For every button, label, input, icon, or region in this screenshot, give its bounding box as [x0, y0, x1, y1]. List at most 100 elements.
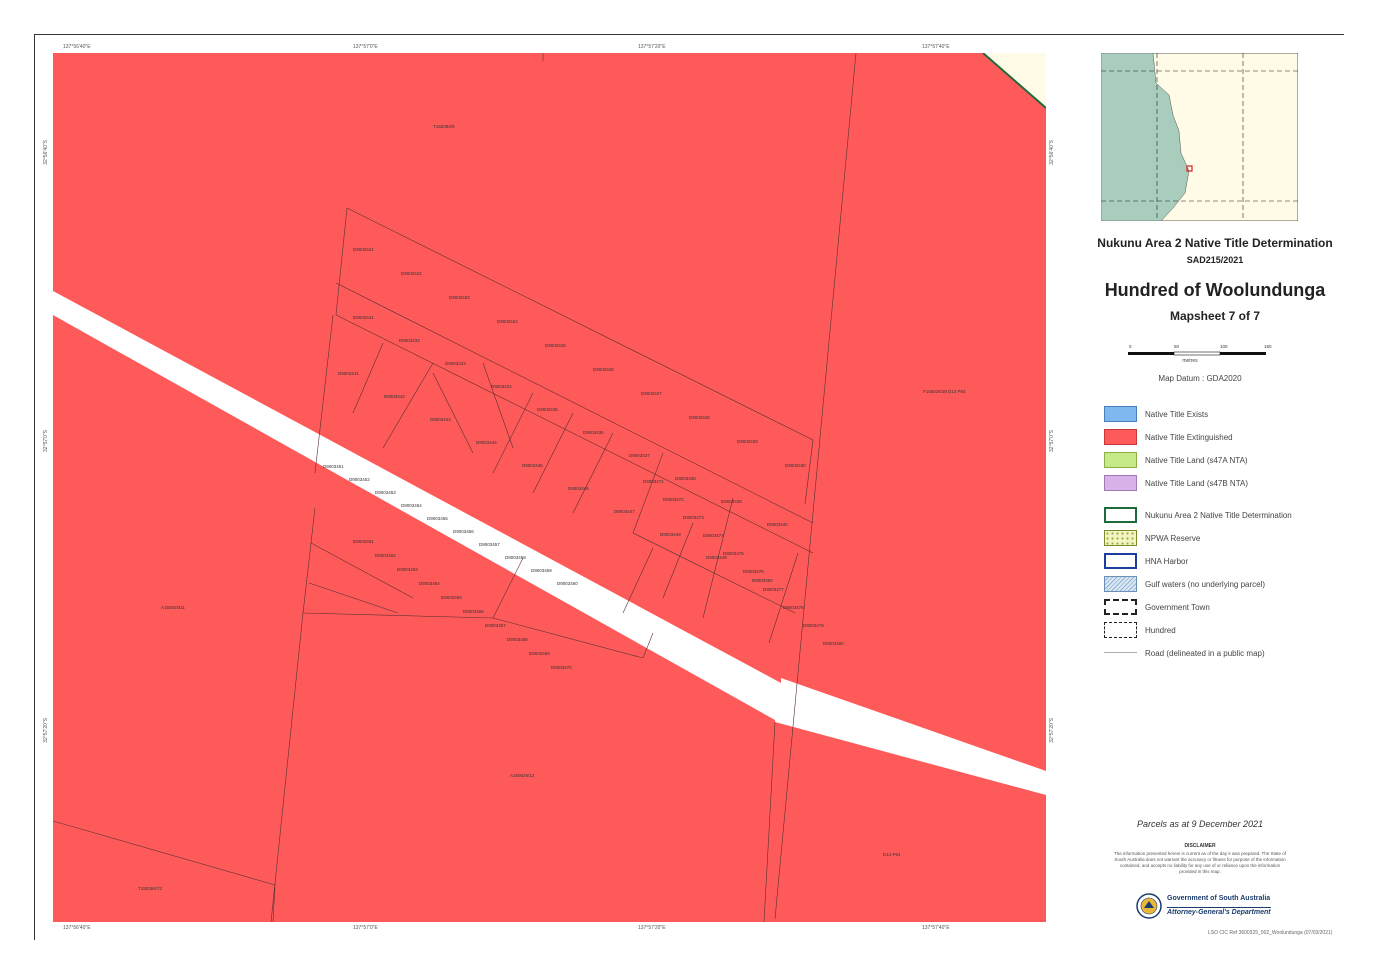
- parcel-label: D9003464: [419, 581, 440, 586]
- parcel-label: D9003442: [384, 394, 405, 399]
- hundred-name: Hundred of Woolundunga: [1104, 280, 1326, 300]
- parcels-date: Parcels as at 9 December 2021: [1136, 819, 1264, 829]
- legend-label: Native Title Land (s47B NTA): [1145, 479, 1249, 488]
- parcel-label: D9003431: [353, 315, 374, 320]
- legend-swatch: [1104, 652, 1137, 653]
- parcel-label: D9003480: [823, 641, 844, 646]
- legend-label: HNA Harbor: [1145, 557, 1189, 566]
- grid-label-top-2: 137°57'0"E: [353, 44, 378, 50]
- parcel-label: D9003432: [399, 338, 420, 343]
- parcel-label: D9003474: [703, 533, 724, 538]
- parcel-label: D9003422: [401, 271, 422, 276]
- scale-units: metres: [1182, 358, 1198, 364]
- parcel-label: D9003458: [505, 555, 526, 560]
- parcel-label: D9003454: [401, 503, 422, 508]
- parcel-label: D9003475: [723, 551, 744, 556]
- legend-label: Government Town: [1145, 603, 1210, 612]
- legend-label: Native Title Extinguished: [1145, 433, 1233, 442]
- parcel-label-southeast: D14 P64: [883, 852, 901, 857]
- parcel-label-north: T160394/9: [433, 124, 455, 129]
- legend-swatch: [1104, 475, 1137, 491]
- parcel-label: D9003457: [479, 542, 500, 547]
- legend-swatch: [1104, 507, 1137, 523]
- legend-swatch: [1104, 622, 1137, 638]
- scale-bar: 0 50 100 150: [1128, 344, 1272, 356]
- document-reference: LSO CIC Ref 3600325_002_Woolundunga (07/…: [1208, 930, 1333, 936]
- parcel-label: D9003465: [441, 595, 462, 600]
- legend-label: Native Title Land (s47A NTA): [1145, 456, 1248, 465]
- parcel-label: D9003460: [557, 581, 578, 586]
- legend-swatch: [1104, 576, 1137, 592]
- parcel-label-southwest: T150394/72: [138, 886, 163, 891]
- map-datum: Map Datum : GDA2020: [1158, 374, 1242, 383]
- parcel-label: D9003446: [568, 486, 589, 491]
- parcel-label: D9003430: [785, 463, 806, 468]
- legend-swatch: [1104, 452, 1137, 468]
- legend-swatch: [1104, 599, 1137, 615]
- parcel-label: D9003455: [427, 516, 448, 521]
- parcel-label: D9003459: [531, 568, 552, 573]
- parcel-label-east: F150026/38: [923, 389, 948, 394]
- parcel-label: D9003468: [507, 637, 528, 642]
- grid-label-bottom-3: 137°57'20"E: [638, 925, 666, 931]
- legend-label: Nukunu Area 2 Native Title Determination: [1145, 511, 1292, 520]
- government-name: Government of South Australia: [1167, 895, 1271, 902]
- sa-government-crest-icon: [1136, 893, 1162, 919]
- parcel-label: D9003425: [545, 343, 566, 348]
- parcel-label: D9003445: [522, 463, 543, 468]
- main-map[interactable]: D9003421 D9003422 D9003423 D9003424 D9003425…: [53, 53, 1046, 922]
- parcel-label: D9003476: [743, 569, 764, 574]
- department-name: Attorney-General's Department: [1167, 907, 1271, 916]
- parcel-label: D9003467: [485, 623, 506, 628]
- map-background-extinguished: [53, 53, 1046, 922]
- parcel-label: D9003447: [614, 509, 635, 514]
- mapsheet-number: Mapsheet 7 of 7: [1169, 309, 1261, 323]
- case-number: SAD215/2021: [1186, 255, 1244, 265]
- legend-swatch: [1104, 530, 1137, 546]
- parcel-label: D9003427: [641, 391, 662, 396]
- parcel-label: D9003441: [338, 371, 359, 376]
- parcel-label: D9003434: [491, 384, 512, 389]
- legend-swatch: [1104, 406, 1137, 422]
- parcel-label: D9003444: [476, 440, 497, 445]
- scale-tick-150: 150: [1264, 344, 1272, 349]
- disclaimer-title: DISCLAIMER: [1184, 843, 1216, 849]
- parcel-label: D9003436: [583, 430, 604, 435]
- parcel-label: D9003469: [529, 651, 550, 656]
- parcel-label: D9003453: [375, 490, 396, 495]
- parcel-label-west: A150026/11: [161, 605, 185, 610]
- grid-label-bottom-1: 137°56'40"E: [63, 925, 91, 931]
- parcel-label: D9003450: [752, 578, 773, 583]
- grid-label-top-3: 137°57'20"E: [638, 44, 666, 50]
- parcel-label: D9003438: [675, 476, 696, 481]
- legend-label: Gulf waters (no underlying parcel): [1145, 580, 1266, 589]
- parcel-label: D9003433: [445, 361, 466, 366]
- parcel-label: D9003451: [323, 464, 344, 469]
- parcel-label: D9003421: [353, 247, 374, 252]
- parcel-label: D9003466: [463, 609, 484, 614]
- parcel-label: D9003437: [629, 453, 650, 458]
- parcel-label: D9003448: [660, 532, 681, 537]
- legend-swatch: [1104, 429, 1137, 445]
- determination-title: Nukunu Area 2 Native Title Determination: [1097, 236, 1333, 250]
- grid-label-right-2: 32°57'0"S: [1049, 430, 1055, 452]
- parcel-label: D9003478: [783, 605, 804, 610]
- parcel-label: D9003462: [375, 553, 396, 558]
- legend-swatch: [1104, 553, 1137, 569]
- parcel-label: D9003471: [643, 479, 664, 484]
- parcel-label: D9003456: [453, 529, 474, 534]
- parcel-label: D9003473: [683, 515, 704, 520]
- grid-label-bottom-4: 137°57'40"E: [922, 925, 950, 931]
- legend-label: Native Title Exists: [1145, 410, 1209, 419]
- grid-label-top-1: 137°56'40"E: [63, 44, 91, 50]
- legend-label: NPWA Reserve: [1145, 534, 1201, 543]
- parcel-label: D9003479: [803, 623, 824, 628]
- parcel-label: D9003461: [353, 539, 374, 544]
- inset-locator-map[interactable]: [1101, 53, 1298, 221]
- parcel-label: D9003470: [551, 665, 572, 670]
- parcel-label: D9003429: [737, 439, 758, 444]
- parcel-label: D9003426: [593, 367, 614, 372]
- grid-label-left-3: 32°57'20"S: [43, 718, 49, 743]
- parcel-label-south: A150026/12: [510, 773, 535, 778]
- grid-label-left-1: 32°56'40"S: [43, 140, 49, 165]
